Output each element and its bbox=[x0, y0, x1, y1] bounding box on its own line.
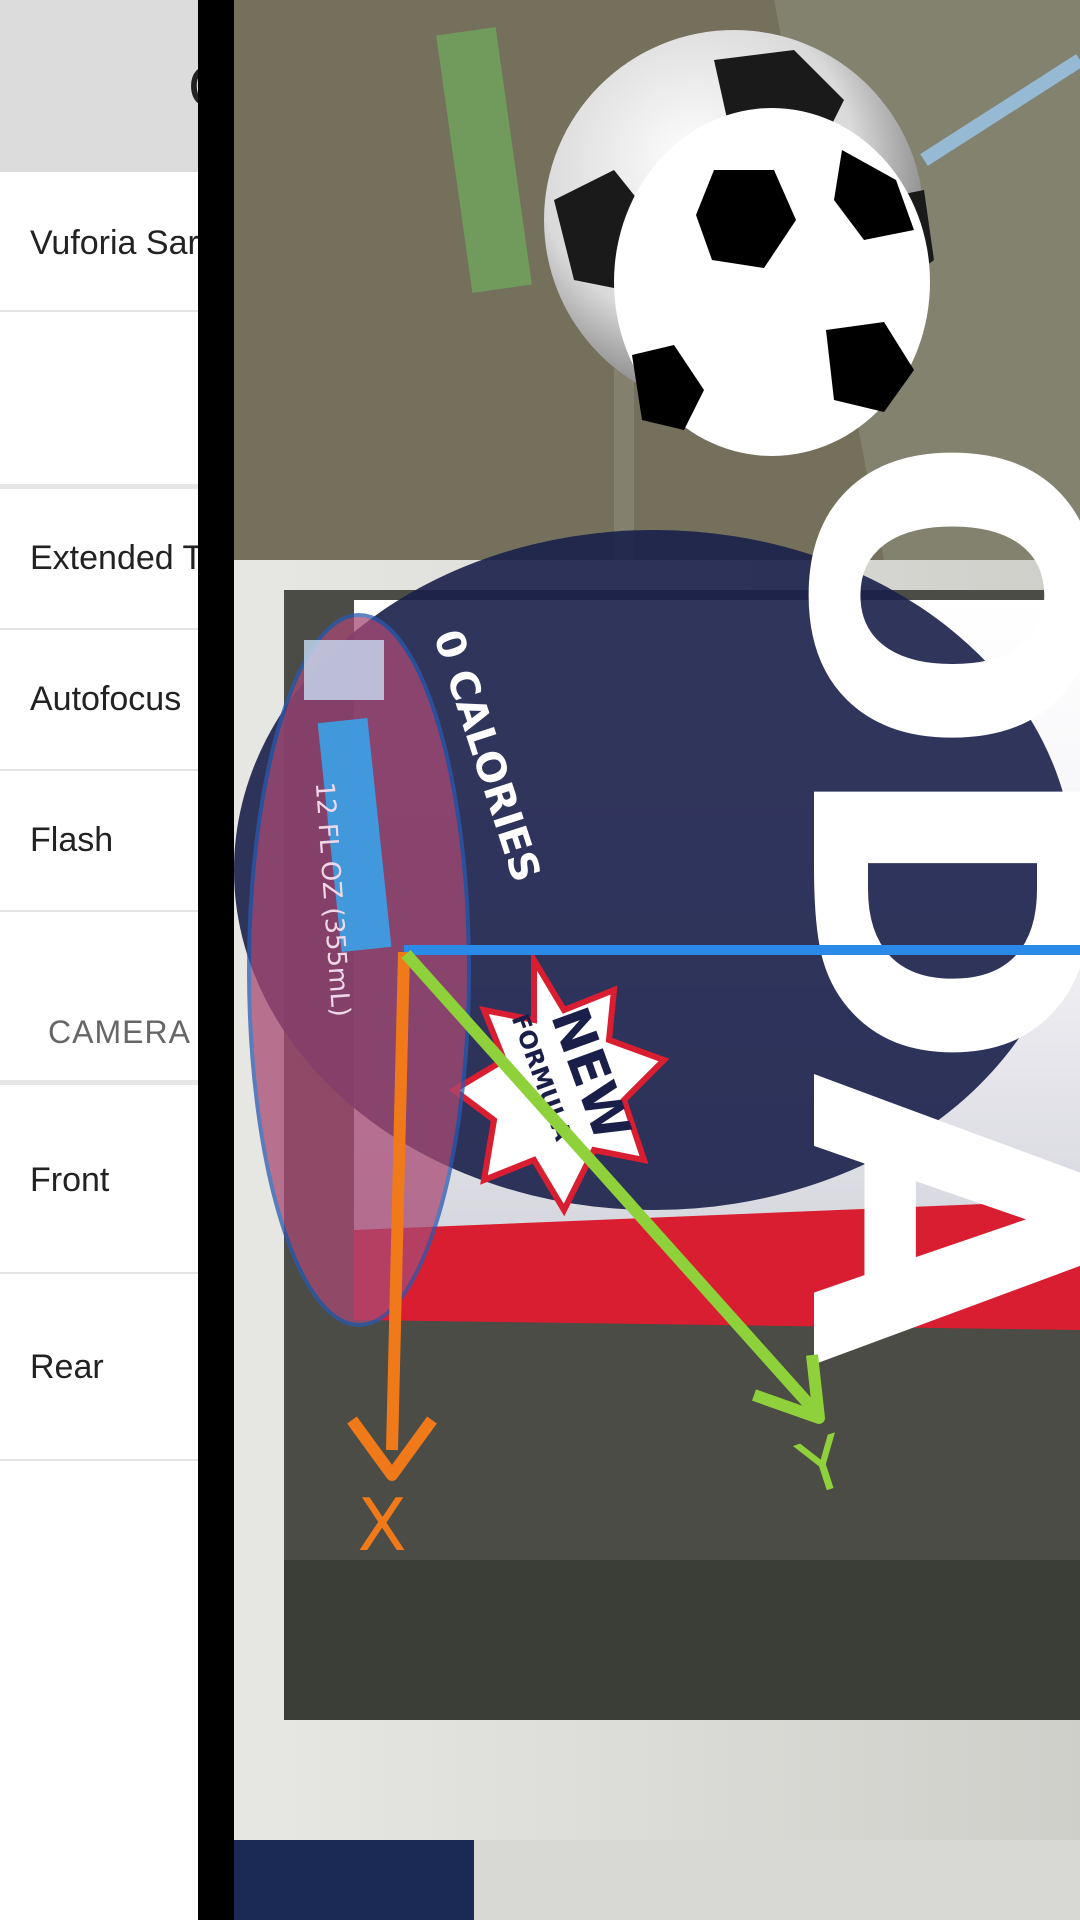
section-spacer bbox=[0, 312, 200, 484]
settings-drawer: C Vuforia Sar Extended T Autofocus Flash… bbox=[0, 0, 200, 1920]
menu-item-label: Vuforia Sar bbox=[30, 224, 199, 262]
camera-frame: ODA NEW FORMULA 0 CALORIES 12 FL OZ (355… bbox=[198, 0, 1080, 1920]
ar-camera-view[interactable]: ODA NEW FORMULA 0 CALORIES 12 FL OZ (355… bbox=[234, 0, 1080, 1920]
menu-item-flash[interactable]: Flash bbox=[0, 771, 200, 912]
camera-option-rear[interactable]: Rear bbox=[0, 1274, 200, 1461]
menu-item-autofocus[interactable]: Autofocus bbox=[0, 630, 200, 771]
screen-shadow bbox=[284, 1560, 1080, 1720]
camera-option-label: Front bbox=[30, 1161, 110, 1199]
menu-item-label: Flash bbox=[30, 821, 114, 859]
desk-stand bbox=[474, 1840, 1080, 1920]
menu-item-extended-tracking[interactable]: Extended T bbox=[0, 489, 200, 630]
camera-section-header: CAMERA bbox=[0, 912, 200, 1080]
menu-item-label: Autofocus bbox=[30, 680, 182, 718]
drawer-header: C bbox=[0, 0, 200, 172]
soccer-ball-2d bbox=[614, 108, 930, 456]
camera-option-label: Rear bbox=[30, 1348, 104, 1386]
menu-item-vuforia-samples[interactable]: Vuforia Sar bbox=[0, 172, 200, 312]
camera-option-front[interactable]: Front bbox=[0, 1085, 200, 1274]
camera-section-title: CAMERA bbox=[48, 1014, 191, 1050]
x-axis-label: X bbox=[357, 1483, 406, 1567]
menu-item-label: Extended T bbox=[30, 539, 200, 577]
ar-scene: ODA NEW FORMULA 0 CALORIES 12 FL OZ (355… bbox=[234, 0, 1080, 1920]
can-brand-text: ODA bbox=[724, 434, 1080, 1369]
can-top-overlay: 12 FL OZ (355mL) bbox=[247, 613, 471, 1327]
